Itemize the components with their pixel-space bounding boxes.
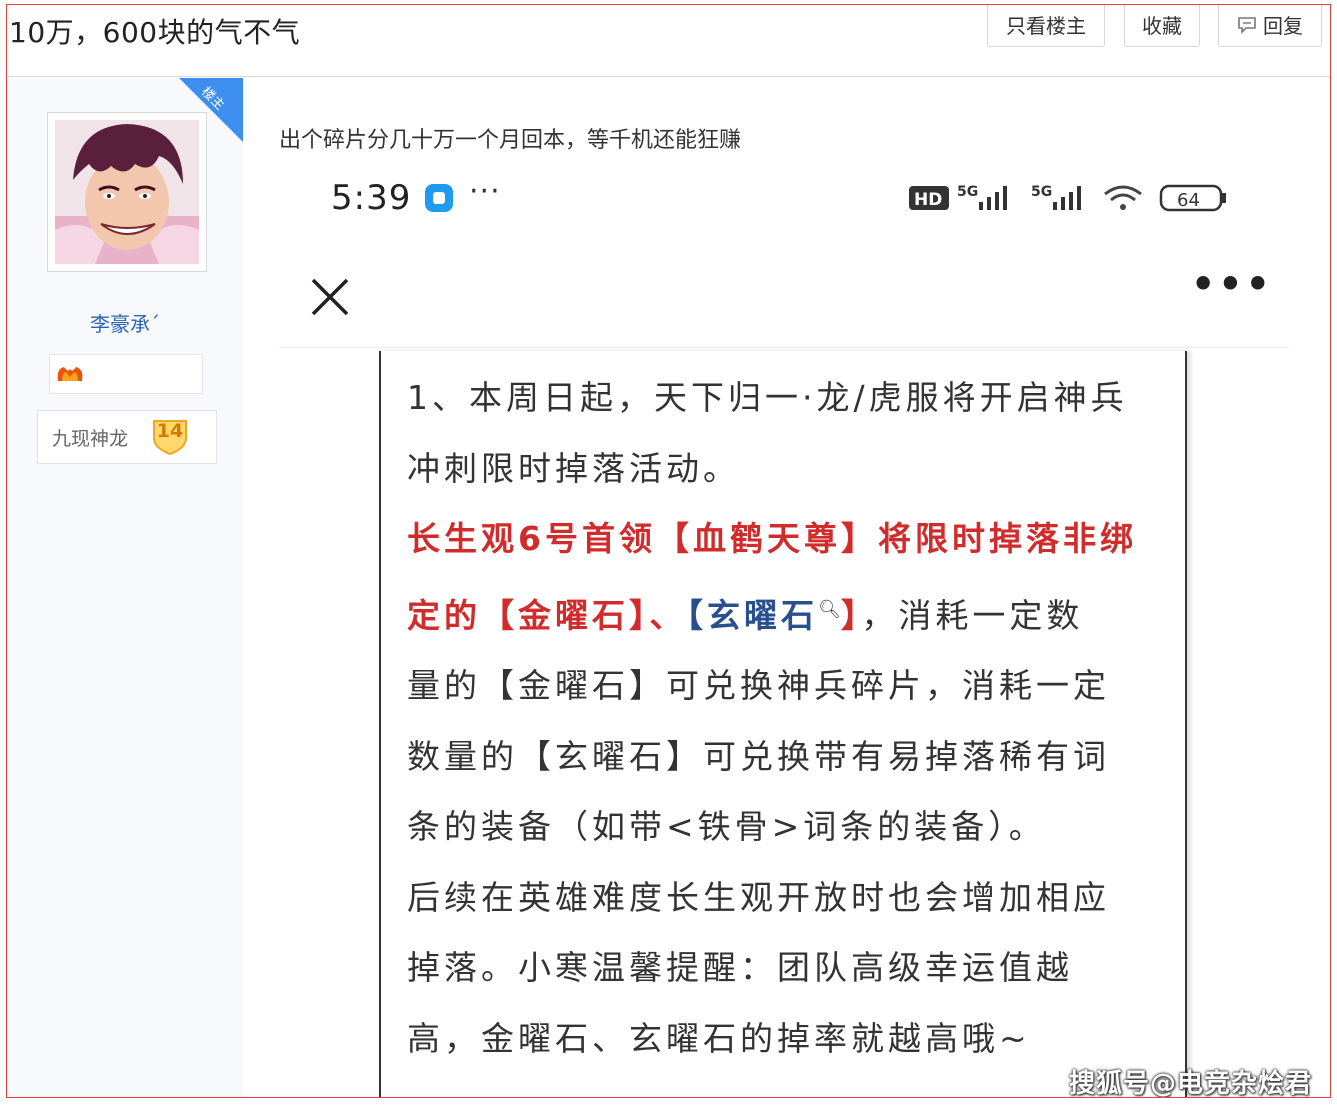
hd-label: HD bbox=[914, 190, 942, 210]
network-label-1: 5G bbox=[957, 184, 978, 200]
notice-line-6: 数量的【玄曜石】可兑换带有易掉落稀有词 bbox=[407, 736, 1110, 776]
status-icons: HD 5G 5G 64 bbox=[909, 184, 1226, 212]
medal-icon bbox=[57, 367, 83, 381]
comment-icon bbox=[1237, 15, 1257, 34]
notice-line-7: 条的装备（如带<铁骨>词条的装备）。 bbox=[407, 807, 1046, 846]
status-more: ··· bbox=[469, 174, 501, 209]
embedded-screenshot: 5:39 ··· HD 5G 5G 64 ••• 1、本周日起，天下归一·龙/虎… bbox=[279, 168, 1289, 1097]
more-options-button[interactable]: ••• bbox=[1191, 262, 1273, 306]
username[interactable]: 李豪承´ bbox=[7, 308, 243, 337]
notice-line-4: 定的【金曜石】、【玄曜石🔍︎】，消耗一定数 bbox=[407, 575, 1159, 652]
notice-line-5: 量的【金曜石】可兑换神兵碎片，消耗一定 bbox=[407, 666, 1110, 705]
favorite-label: 收藏 bbox=[1142, 13, 1182, 38]
source-watermark: 搜狐号@电竞杂烩君 bbox=[1069, 1069, 1313, 1098]
avatar[interactable] bbox=[47, 112, 207, 272]
announcement-body: 1、本周日起，天下归一·龙/虎服将开启神兵 冲刺限时掉落活动。 长生观6号首领【… bbox=[379, 351, 1187, 1097]
thread-frame: 10万，600块的气不气 只看楼主 收藏 回复 楼主 李豪承´ 九现神龙 14 … bbox=[6, 4, 1331, 1098]
thread-title: 10万，600块的气不气 bbox=[9, 16, 301, 49]
avatar-image bbox=[55, 120, 199, 264]
notice-line-8: 后续在英雄难度长生观开放时也会增加相应 bbox=[407, 877, 1110, 917]
medal-bar bbox=[49, 354, 203, 394]
favorite-button[interactable]: 收藏 bbox=[1124, 5, 1200, 47]
notice-line-2: 冲刺限时掉落活动。 bbox=[407, 448, 740, 488]
only-op-label: 只看楼主 bbox=[1006, 13, 1086, 38]
notice-line-4-red: 定的【金曜石】、 bbox=[407, 595, 687, 635]
notice-line-4-blue: 【玄曜石 bbox=[686, 595, 818, 635]
notice-line-3: 长生观6号首领【血鹤天尊】将限时掉落非绑 bbox=[407, 519, 1137, 558]
phone-nav-bar: ••• bbox=[279, 262, 1289, 348]
app-notification-icon bbox=[425, 184, 453, 212]
battery-level: 64 bbox=[1177, 190, 1200, 211]
close-icon[interactable] bbox=[309, 276, 351, 318]
reply-label: 回复 bbox=[1263, 13, 1303, 38]
network-label-2: 5G bbox=[1031, 184, 1052, 200]
notice-line-1: 1、本周日起，天下归一·龙/虎服将开启神兵 bbox=[407, 378, 1128, 417]
thread-header: 10万，600块的气不气 只看楼主 收藏 回复 bbox=[7, 5, 1330, 77]
notice-line-4-bracket: 】 bbox=[840, 595, 862, 635]
phone-status-bar: 5:39 ··· HD 5G 5G 64 bbox=[279, 168, 1289, 248]
level-badge: 14 bbox=[150, 418, 190, 456]
notice-line-4-rest: ，消耗一定数 bbox=[861, 595, 1084, 635]
only-op-button[interactable]: 只看楼主 bbox=[987, 5, 1105, 47]
notice-line-9: 掉落。小寒温馨提醒：团队高级幸运值越 bbox=[407, 948, 1073, 987]
level-box: 九现神龙 14 bbox=[37, 410, 217, 464]
post-content: 出个碎片分几十万一个月回本，等千机还能狂赚 5:39 ··· HD 5G 5G bbox=[279, 78, 1319, 1097]
status-time: 5:39 bbox=[331, 178, 412, 218]
magnifier-icon: 🔍︎ bbox=[818, 598, 841, 620]
author-sidebar: 楼主 李豪承´ 九现神龙 14 bbox=[7, 78, 243, 1097]
notice-line-10: 高，金曜石、玄曜石的掉率就越高哦~ bbox=[407, 1018, 1031, 1058]
level-name: 九现神龙 bbox=[52, 427, 129, 450]
reply-button[interactable]: 回复 bbox=[1218, 5, 1322, 47]
level-number: 14 bbox=[156, 420, 184, 442]
post-text: 出个碎片分几十万一个月回本，等千机还能狂赚 bbox=[279, 128, 742, 153]
